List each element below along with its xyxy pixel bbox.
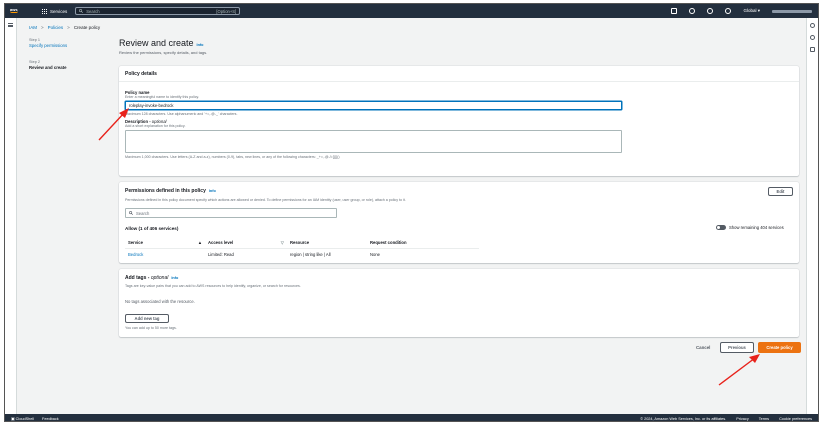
chevron-right-icon: > (41, 25, 44, 30)
copyright-text: © 2024, Amazon Web Services, Inc. or its… (640, 416, 727, 421)
feedback-link[interactable]: Feedback (42, 417, 59, 421)
console-footer: ▣ CloudShell Feedback © 2024, Amazon Web… (5, 414, 818, 421)
description-textarea[interactable] (125, 130, 622, 153)
cloudshell-icon[interactable] (671, 8, 678, 14)
permissions-search-input[interactable]: Search (125, 208, 337, 218)
page-title: Review and create Info (119, 38, 204, 48)
help-icon[interactable] (707, 8, 714, 14)
column-header-access-level[interactable]: Access level ▽ (205, 238, 287, 249)
privacy-link[interactable]: Privacy (736, 417, 748, 421)
service-link[interactable]: Bedrock (125, 248, 205, 260)
search-icon (79, 9, 84, 13)
search-placeholder: Search (86, 8, 100, 14)
policy-name-input[interactable]: roleplay-invoke-bedrock (125, 101, 622, 110)
info-link[interactable]: Info (171, 276, 178, 280)
table-header-row: Service ▲ Access level ▽ Resource Request … (125, 238, 479, 249)
no-tags-message: No tags associated with the resource. (125, 299, 195, 304)
description-hint: Add a short explanation for this policy. (125, 124, 186, 128)
column-header-resource: Resource (287, 238, 367, 249)
create-policy-button[interactable]: Create policy (758, 342, 801, 353)
breadcrumb: IAM > Policies > Create policy (29, 25, 100, 30)
global-search[interactable]: Search [Option+S] (75, 7, 241, 15)
permissions-table: Service ▲ Access level ▽ Resource Request … (125, 238, 479, 260)
right-rail (806, 18, 818, 414)
toggle-label: Show remaining 404 services (729, 225, 784, 230)
cloudshell-link[interactable]: ▣ CloudShell (11, 416, 34, 421)
policy-details-panel: Policy details Policy name Enter a meani… (119, 66, 799, 176)
tags-panel: Add tags - optional Info Tags are key-val… (119, 269, 799, 337)
wizard-steps: Step 1 Specify permissions Step 2 Review… (29, 38, 109, 70)
search-icon (129, 211, 133, 215)
toggle-switch[interactable] (716, 225, 726, 230)
panel-heading: Policy details (119, 66, 799, 82)
chevron-right-icon: > (67, 25, 70, 30)
services-menu[interactable]: Services (42, 8, 68, 14)
bell-icon[interactable] (689, 8, 696, 14)
services-label: Services (50, 8, 68, 14)
breadcrumb-policies[interactable]: Policies (48, 25, 64, 30)
column-header-request-condition: Request condition (367, 238, 479, 249)
policy-name-hint: Enter a meaningful name to identify this… (125, 95, 200, 99)
annotation-arrow-create (718, 354, 760, 386)
search-shortcut: [Option+S] (216, 8, 237, 14)
allow-count: Allow (1 of 406 services) (125, 226, 179, 231)
cookie-preferences-link[interactable]: Cookie preferences (779, 417, 812, 421)
step-review-create: Review and create (29, 65, 67, 70)
sort-ascending-icon[interactable]: ▲ (198, 240, 202, 245)
tags-heading: Add tags - optional Info (125, 275, 179, 281)
table-row: Bedrock Limited: Read region | string li… (125, 248, 479, 260)
page-header: Review and create Info Review the permiss… (119, 38, 799, 55)
permissions-panel: Permissions defined in this policy Info P… (119, 182, 799, 263)
column-header-service[interactable]: Service ▲ (125, 238, 205, 249)
breadcrumb-current: Create policy (73, 25, 101, 30)
tags-description: Tags are key-value pairs that you can ad… (125, 284, 301, 288)
region-selector[interactable]: Global ▾ (743, 8, 760, 14)
top-nav: aws Services Search [Option+S] Global ▾ (5, 4, 818, 18)
info-icon[interactable] (810, 23, 815, 28)
previous-button[interactable]: Previous (720, 342, 754, 353)
user-icon[interactable] (810, 47, 815, 52)
grid-icon (42, 8, 47, 14)
tags-limit: You can add up to 50 more tags. (125, 326, 177, 330)
permissions-heading: Permissions defined in this policy Info (125, 188, 216, 194)
nav-right: Global ▾ (671, 4, 812, 18)
add-new-tag-button[interactable]: Add new tag (125, 314, 169, 323)
show-remaining-toggle[interactable]: Show remaining 404 services (716, 225, 784, 230)
account-menu[interactable] (772, 9, 812, 13)
breadcrumb-iam[interactable]: IAM (29, 25, 37, 30)
step-number: Step 2 (29, 60, 40, 64)
step-number: Step 1 (29, 38, 40, 42)
gear-icon[interactable] (725, 8, 732, 14)
cancel-button[interactable]: Cancel (696, 345, 710, 350)
description-constraint: Maximum 1,000 characters. Use letters (A… (125, 155, 340, 159)
info-link[interactable]: Info (209, 189, 216, 193)
aws-logo[interactable]: aws (10, 7, 20, 15)
resource-cell: region | string like | All (290, 251, 331, 257)
access-level-cell: Limited: Read (208, 251, 234, 257)
clock-icon[interactable] (810, 35, 815, 40)
side-nav-rail (5, 18, 17, 414)
menu-icon[interactable] (8, 23, 13, 27)
permissions-description: Permissions defined in this policy docum… (125, 198, 406, 202)
search-placeholder: Search (136, 210, 150, 216)
info-link[interactable]: Info (197, 43, 204, 47)
browser-frame: aws Services Search [Option+S] Global ▾ … (4, 3, 819, 422)
terms-link[interactable]: Terms (759, 417, 769, 421)
condition-cell: None (370, 251, 381, 257)
policy-name-constraint: Maximum 128 characters. Use alphanumeric… (125, 112, 238, 116)
sort-icon[interactable]: ▽ (281, 240, 284, 245)
edit-button[interactable]: Edit (768, 187, 793, 196)
page-description: Review the permissions, specify details,… (119, 50, 208, 55)
